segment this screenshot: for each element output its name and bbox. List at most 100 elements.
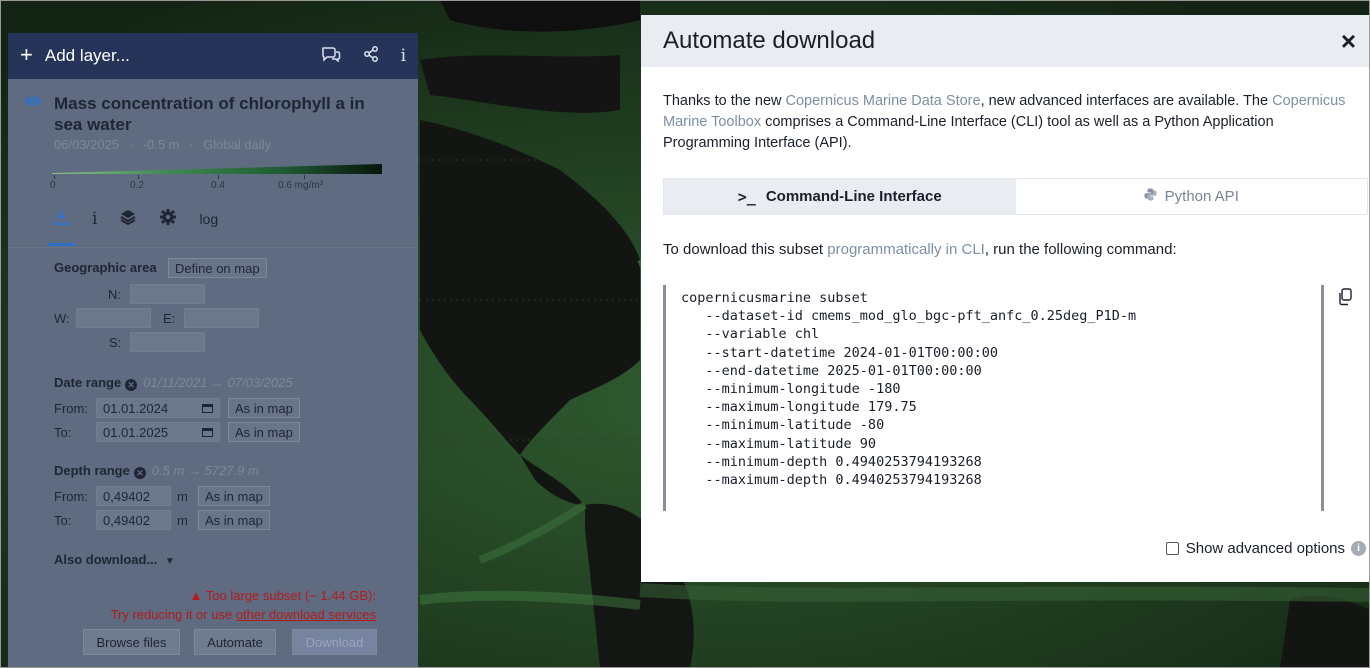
copy-icon[interactable] bbox=[1337, 288, 1353, 306]
depth-from-as-in-map-button[interactable]: As in map bbox=[198, 486, 270, 506]
add-layer-button[interactable]: Add layer... bbox=[45, 46, 299, 66]
date-from-as-in-map-button[interactable]: As in map bbox=[228, 398, 300, 418]
code-line: --maximum-latitude 90 bbox=[681, 435, 877, 452]
date-from-input[interactable]: 01.01.2024 bbox=[96, 398, 220, 418]
tab-cli-label: Command-Line Interface bbox=[765, 188, 942, 205]
depth-range-hint: 0.5 m → 5727.9 m bbox=[151, 463, 259, 478]
east-input[interactable] bbox=[184, 308, 259, 328]
code-line: --minimum-depth 0.4940253794193268 bbox=[681, 453, 982, 470]
calendar-icon[interactable] bbox=[202, 425, 213, 440]
north-input[interactable] bbox=[130, 284, 205, 304]
download-button[interactable]: Download bbox=[292, 629, 377, 655]
automate-download-dialog: Automate download × Thanks to the new Co… bbox=[641, 15, 1370, 582]
gear-icon[interactable] bbox=[159, 208, 177, 230]
automate-button[interactable]: Automate bbox=[194, 629, 276, 655]
add-layer-icon[interactable]: + bbox=[20, 42, 33, 68]
tab-python-api[interactable]: Python API bbox=[1015, 179, 1367, 214]
other-download-services-link[interactable]: other download services bbox=[236, 607, 376, 622]
depth-from-unit: m bbox=[177, 489, 188, 504]
dialog-header: Automate download × bbox=[641, 15, 1370, 67]
cli-docs-link[interactable]: programmatically in CLI bbox=[827, 241, 985, 258]
cli-command-block[interactable]: copernicusmarine subset --dataset-id cme… bbox=[663, 285, 1323, 511]
layer-date: 06/03/2025 bbox=[54, 137, 120, 152]
clear-date-icon[interactable]: ✕ bbox=[125, 379, 138, 391]
tab-cli[interactable]: >_ Command-Line Interface bbox=[664, 179, 1016, 214]
intro-text: Thanks to the new Copernicus Marine Data… bbox=[663, 91, 1353, 154]
warning-icon: ▲ bbox=[189, 588, 203, 603]
layer-title: Mass concentration of chlorophyll a in s… bbox=[54, 94, 365, 134]
python-icon bbox=[1144, 188, 1157, 205]
date-to-label: To: bbox=[54, 425, 72, 440]
date-range-label: Date range ✕ 01/11/2021 → 07/03/2025 bbox=[54, 375, 293, 391]
east-label: E: bbox=[163, 311, 176, 326]
date-range-hint: 01/11/2021 → 07/03/2025 bbox=[143, 375, 293, 390]
layers-icon[interactable] bbox=[119, 208, 137, 230]
date-to-input[interactable]: 01.01.2025 bbox=[96, 422, 220, 442]
code-line: --minimum-longitude -180 bbox=[681, 381, 901, 398]
download-icon[interactable] bbox=[52, 208, 70, 230]
clear-depth-icon[interactable]: ✕ bbox=[133, 467, 146, 479]
code-line: copernicusmarine subset bbox=[681, 290, 868, 306]
browse-files-button[interactable]: Browse files bbox=[83, 629, 180, 655]
layer-meta: 06/03/2025 · -0.5 m · Global daily bbox=[54, 137, 271, 152]
date-range-title: Date range bbox=[54, 375, 122, 390]
info-icon[interactable]: i bbox=[1351, 541, 1366, 556]
depth-range-title: Depth range bbox=[54, 463, 130, 478]
caret-down-icon: ▼ bbox=[164, 556, 175, 567]
colorbar-tick-label: 0.2 bbox=[130, 180, 144, 191]
layer-frequency: Global daily bbox=[203, 137, 272, 152]
log-toggle[interactable]: log bbox=[199, 211, 218, 227]
tab-python-label: Python API bbox=[1164, 188, 1239, 205]
code-line: --dataset-id cmems_mod_glo_bgc-pft_anfc_… bbox=[681, 308, 1137, 325]
depth-to-input[interactable]: 0,49402 bbox=[96, 510, 171, 530]
data-store-link[interactable]: Copernicus Marine Data Store bbox=[786, 93, 981, 109]
close-icon[interactable]: × bbox=[1341, 26, 1356, 57]
define-on-map-button[interactable]: Define on map bbox=[168, 258, 267, 278]
advanced-options-label[interactable]: Show advanced options bbox=[1186, 540, 1345, 557]
advanced-options: Show advanced options i bbox=[1165, 540, 1370, 557]
terminal-icon: >_ bbox=[737, 187, 756, 206]
west-input[interactable] bbox=[76, 308, 151, 328]
share-icon[interactable] bbox=[363, 45, 379, 67]
date-from-label: From: bbox=[54, 401, 88, 416]
date-to-as-in-map-button[interactable]: As in map bbox=[228, 422, 300, 442]
depth-from-input[interactable]: 0,49402 bbox=[96, 486, 171, 506]
size-warning-hint: Try reducing it or use other download se… bbox=[28, 607, 376, 622]
panel-header: + Add layer... i bbox=[8, 33, 418, 79]
date-to-value: 01.01.2025 bbox=[103, 424, 169, 440]
landmass bbox=[1280, 595, 1370, 668]
divider bbox=[8, 247, 418, 248]
also-download-toggle[interactable]: Also download... ▼ bbox=[54, 552, 175, 567]
info-icon[interactable]: i bbox=[401, 46, 406, 66]
code-line: --maximum-longitude 179.75 bbox=[681, 399, 917, 416]
depth-to-unit: m bbox=[177, 513, 188, 528]
geographic-area-label: Geographic area bbox=[54, 260, 157, 275]
warning-hint-text: Try reducing it or use bbox=[110, 607, 236, 622]
layer-tools: i log bbox=[52, 208, 240, 230]
separator: · bbox=[189, 137, 194, 152]
comments-icon[interactable] bbox=[321, 46, 341, 67]
south-label: S: bbox=[109, 335, 122, 350]
cli-note-part: , run the following command: bbox=[984, 241, 1177, 258]
code-line: --start-datetime 2024-01-01T00:00:00 bbox=[681, 344, 998, 361]
calendar-icon[interactable] bbox=[202, 401, 213, 416]
interface-tabs: >_ Command-Line Interface Python API bbox=[663, 178, 1368, 215]
layer-panel: + Add layer... i Mass concentration of c… bbox=[8, 33, 418, 668]
code-scrollbar[interactable] bbox=[1321, 285, 1324, 511]
eye-icon[interactable] bbox=[24, 94, 42, 108]
separator: · bbox=[128, 137, 134, 152]
north-label: N: bbox=[108, 287, 121, 302]
cli-instructions: To download this subset programmatically… bbox=[663, 241, 1177, 258]
west-label: W: bbox=[54, 311, 70, 326]
active-tool-indicator bbox=[48, 243, 76, 246]
intro-part: , new advanced interfaces are available.… bbox=[980, 93, 1273, 109]
code-line: --end-datetime 2025-01-01T00:00:00 bbox=[681, 362, 982, 379]
code-line: --maximum-depth 0.4940253794193268 bbox=[681, 472, 982, 489]
intro-part: Thanks to the new bbox=[663, 93, 786, 109]
south-input[interactable] bbox=[130, 332, 205, 352]
layer-depth: -0.5 m bbox=[142, 137, 180, 152]
date-from-value: 01.01.2024 bbox=[103, 400, 169, 416]
layer-info-icon[interactable]: i bbox=[92, 209, 97, 229]
advanced-options-checkbox[interactable] bbox=[1165, 542, 1179, 555]
depth-to-as-in-map-button[interactable]: As in map bbox=[198, 510, 270, 530]
